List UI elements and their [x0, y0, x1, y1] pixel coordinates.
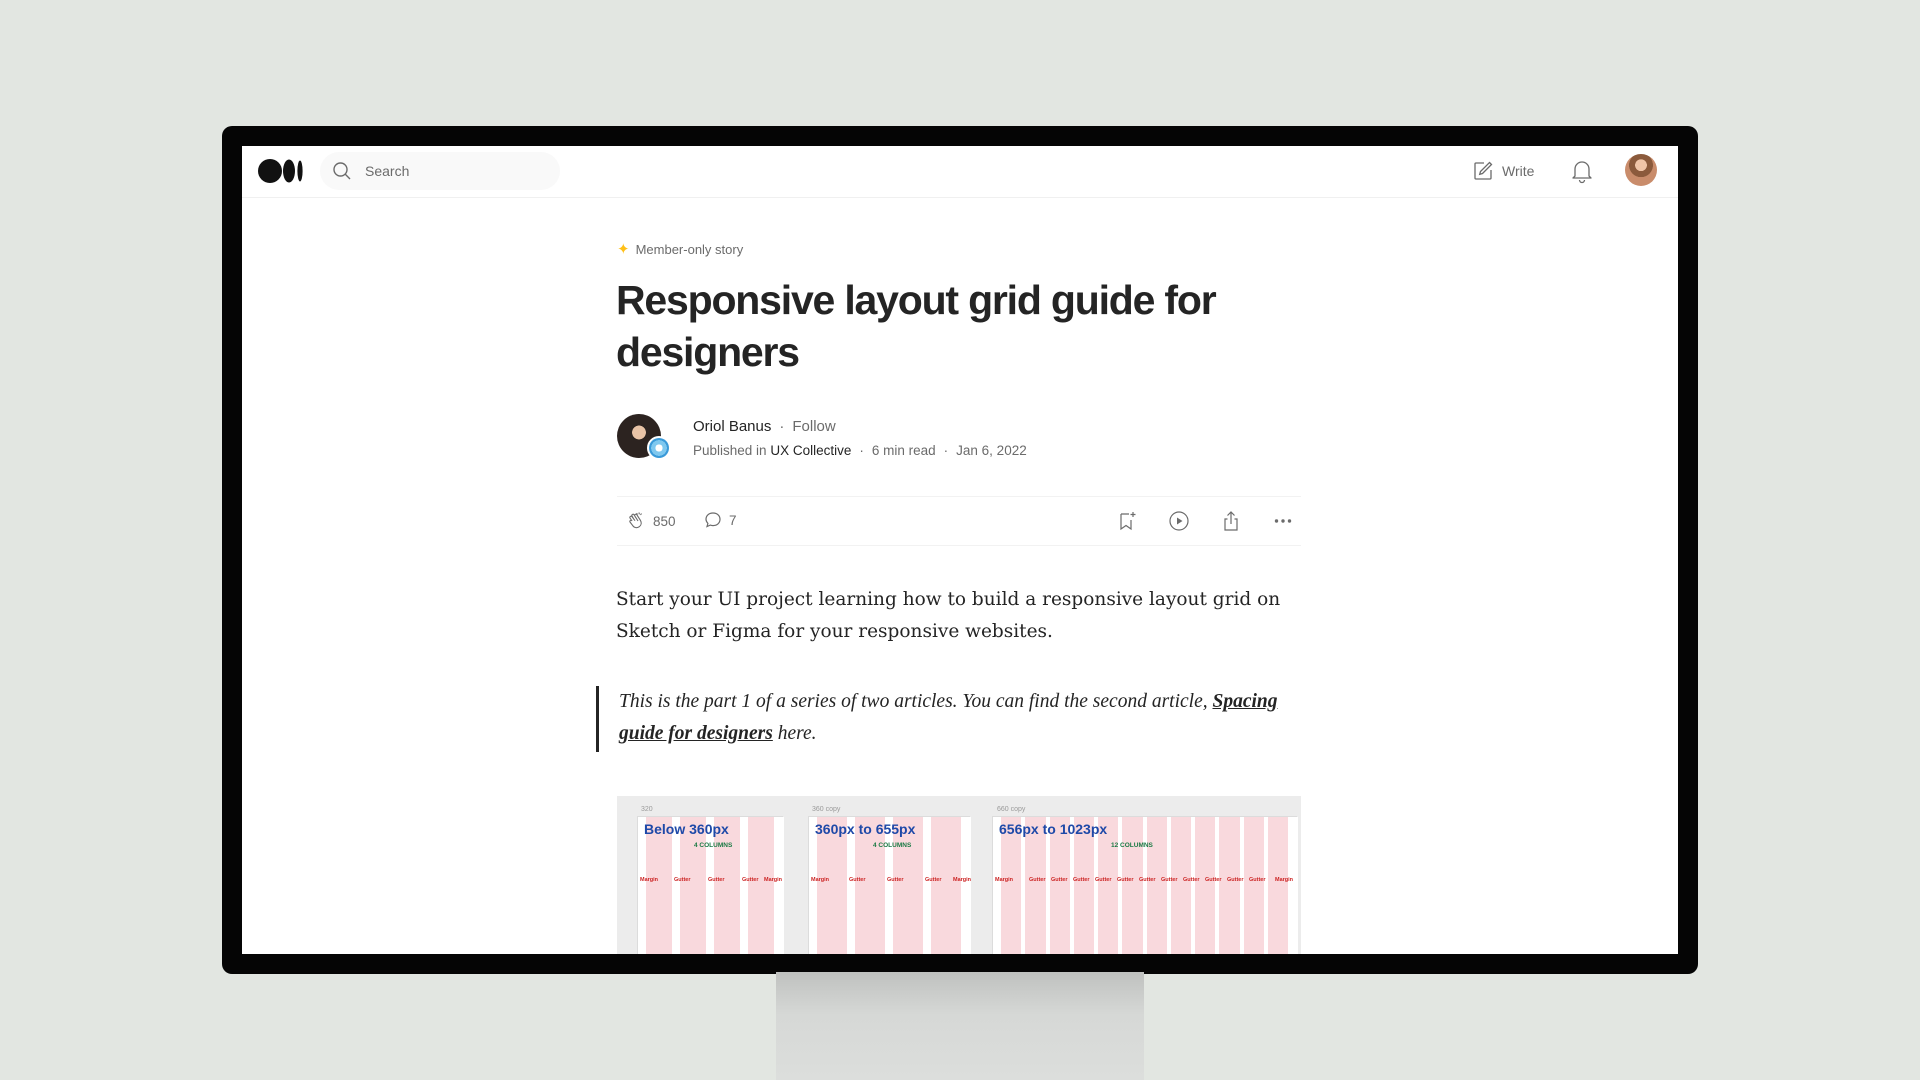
notifications-bell-icon[interactable] — [1570, 158, 1594, 184]
read-time: 6 min read — [871, 443, 936, 458]
listen-play-icon[interactable] — [1168, 510, 1190, 532]
grid-column — [680, 817, 706, 954]
panel-columns: 4 COLUMNS — [873, 842, 912, 849]
monitor-stand — [776, 972, 1144, 1080]
blockquote-bar — [596, 686, 599, 752]
grid-column — [1219, 817, 1240, 954]
grid-column — [714, 817, 740, 954]
publication-link[interactable]: UX Collective — [770, 443, 851, 458]
grid-column — [893, 817, 923, 954]
panel-title: Below 360px — [644, 821, 729, 837]
grid-panel-medium: 360px to 655px 4 COLUMNS Margin Gutter Gut… — [808, 816, 971, 954]
more-options-icon[interactable] — [1272, 510, 1294, 532]
panel-columns: 12 COLUMNS — [1111, 842, 1153, 849]
article-title: Responsive layout grid guide for designe… — [616, 277, 1217, 375]
panel-tag: 320 — [641, 806, 653, 813]
published-prefix: Published in UX Collective — [693, 443, 852, 458]
separator-dot: · — [943, 443, 949, 458]
separator-dot: · — [779, 418, 785, 435]
search-bar[interactable]: Search — [320, 152, 560, 190]
grid-column — [1073, 817, 1094, 954]
write-icon — [1474, 161, 1493, 180]
grid-column — [1243, 817, 1264, 954]
grid-panel-small: Below 360px 4 COLUMNS Margin Gutter Gutter… — [637, 816, 784, 954]
author-line: Oriol Banus · Follow — [693, 418, 836, 435]
clap-button[interactable]: 850 — [625, 510, 676, 532]
browser-screen: Search Write ✦ Member-only story Respons… — [242, 146, 1678, 954]
grid-column — [1195, 817, 1216, 954]
separator-dot: · — [859, 443, 864, 458]
medium-logo-icon[interactable] — [258, 158, 304, 184]
write-label: Write — [1502, 163, 1535, 179]
grid-figure-image: 320 360 copy 660 copy Below 360px 4 COLU… — [617, 796, 1301, 954]
share-icon[interactable] — [1220, 510, 1242, 532]
grid-column — [1025, 817, 1046, 954]
publication-badge-icon[interactable] — [647, 436, 671, 460]
grid-column — [1001, 817, 1022, 954]
publish-date: Jan 6, 2022 — [956, 443, 1027, 458]
grid-column — [931, 817, 961, 954]
author-name[interactable]: Oriol Banus — [693, 418, 771, 435]
article-blockquote: This is the part 1 of a series of two ar… — [619, 691, 1278, 744]
comment-icon — [705, 512, 721, 528]
grid-column — [646, 817, 672, 954]
follow-link[interactable]: Follow — [792, 418, 835, 435]
comment-button[interactable]: 7 — [703, 510, 737, 530]
member-star-icon: ✦ — [617, 241, 630, 258]
grid-column — [748, 817, 774, 954]
user-avatar[interactable] — [1625, 154, 1657, 186]
member-only-text: Member-only story — [635, 241, 744, 257]
grid-column — [817, 817, 847, 954]
bookmark-add-icon[interactable] — [1116, 510, 1138, 532]
grid-column — [1267, 817, 1288, 954]
article-action-bar: 850 7 — [617, 496, 1301, 546]
grid-column — [1170, 817, 1191, 954]
panel-title: 360px to 655px — [815, 821, 916, 837]
grid-column — [1049, 817, 1070, 954]
write-button[interactable]: Write — [1472, 160, 1534, 182]
search-placeholder: Search — [365, 163, 410, 179]
grid-column — [1146, 817, 1167, 954]
publication-line: Published in UX Collective · 6 min read … — [693, 443, 1027, 458]
panel-tag: 660 copy — [997, 806, 1026, 813]
top-navigation-bar: Search Write — [242, 146, 1678, 198]
grid-column — [855, 817, 885, 954]
panel-title: 656px to 1023px — [999, 821, 1108, 837]
comment-count: 7 — [729, 512, 737, 528]
member-only-label: ✦ Member-only story — [617, 240, 743, 258]
panel-tag: 360 copy — [812, 806, 841, 813]
grid-panel-large: 656px to 1023px 12 COLUMNS Margin Gutter G… — [992, 816, 1298, 954]
clap-count: 850 — [653, 513, 676, 529]
article-intro-paragraph: Start your UI project learning how to bu… — [616, 589, 1281, 642]
grid-column — [1098, 817, 1119, 954]
clap-icon — [629, 512, 642, 529]
panel-columns: 4 COLUMNS — [694, 842, 733, 849]
grid-column — [1122, 817, 1143, 954]
search-icon — [333, 162, 351, 180]
